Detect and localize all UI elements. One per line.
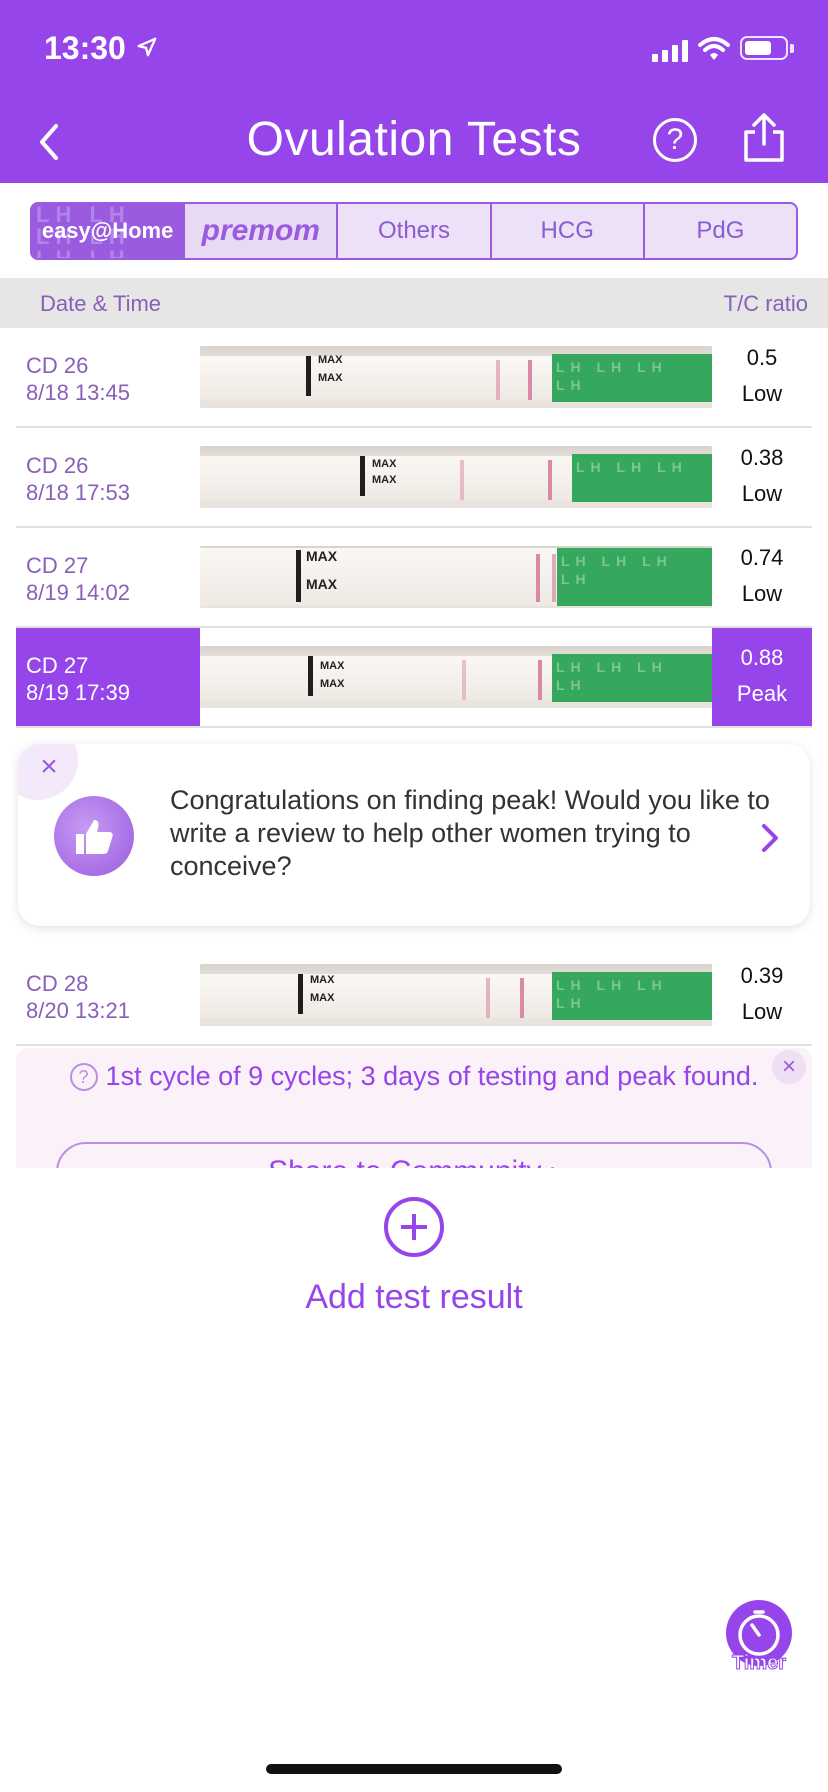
strip-max-label: MAX: [310, 992, 335, 1004]
test-datetime: 8/19 14:02: [26, 580, 130, 605]
tab-label: Others: [377, 217, 451, 244]
test-strip-image[interactable]: MAX MAX LH LH LH LH: [200, 646, 712, 708]
ratio-level: Low: [741, 481, 783, 506]
close-icon[interactable]: ×: [772, 1050, 806, 1084]
review-prompt-text: Congratulations on finding peak! Would y…: [170, 785, 770, 881]
strip-max-label: MAX: [320, 660, 345, 672]
tab-label: premom: [201, 214, 320, 247]
test-datetime: 8/18 17:53: [26, 480, 130, 505]
tab-label: PdG: [696, 217, 745, 244]
cycle-day: CD 26: [26, 353, 89, 378]
thumbs-up-icon: [54, 796, 134, 876]
question-icon: ?: [69, 1063, 98, 1091]
share-button[interactable]: [740, 112, 788, 164]
row-date: CD 27 8/19 17:39: [26, 652, 130, 706]
add-circle-icon[interactable]: [384, 1197, 444, 1257]
ratio-level: Low: [741, 581, 783, 606]
ratio-level: Low: [741, 999, 783, 1024]
row-date: CD 26 8/18 13:45: [26, 352, 130, 406]
strip-handle: LH LH LH LH: [557, 548, 712, 606]
test-row[interactable]: CD 28 8/20 13:21 MAX MAX LH LH LH LH 0.3…: [16, 946, 812, 1046]
strip-max-label: MAX: [306, 576, 338, 592]
row-date: CD 28 8/20 13:21: [26, 970, 130, 1024]
ratio-value: 0.74: [740, 545, 784, 570]
test-datetime: 8/20 13:21: [26, 998, 130, 1023]
ratio-level: Peak: [736, 681, 788, 706]
cycle-day: CD 28: [26, 971, 89, 996]
chevron-right-icon[interactable]: [758, 822, 782, 854]
tc-ratio: 0.88 Peak: [712, 628, 812, 726]
column-header: Date & Time T/C ratio: [0, 278, 828, 328]
row-date: CD 27 8/19 14:02: [26, 552, 130, 606]
tab-label: HCG: [540, 217, 594, 244]
status-time: 13:30: [44, 30, 126, 66]
ratio-value: 0.38: [740, 445, 784, 470]
timer-label: Timer: [731, 1652, 787, 1675]
home-indicator[interactable]: [266, 1764, 562, 1774]
location-arrow-icon: [137, 37, 157, 57]
brand-tabs: LH LH LH LH LH LH easy@Home premom Other…: [30, 202, 798, 260]
summary-text-block: ? 1st cycle of 9 cycles; 3 days of testin…: [16, 1060, 812, 1093]
page-title: Ovulation Tests: [246, 113, 582, 166]
ratio-value: 0.5: [746, 345, 778, 370]
test-strip-image[interactable]: MAX MAX LH LH LH LH: [200, 346, 712, 408]
battery-icon: [740, 36, 788, 60]
battery-tip: [790, 44, 794, 53]
share-to-community-button[interactable]: Share to Community ›: [56, 1142, 772, 1168]
ratio-value: 0.39: [740, 963, 784, 988]
nav-header: 13:30 Ovulation Tests ?: [0, 0, 828, 183]
tab-easy-at-home[interactable]: LH LH LH LH LH LH easy@Home: [32, 204, 186, 258]
strip-max-label: MAX: [318, 372, 343, 384]
help-button[interactable]: ?: [653, 118, 697, 162]
strip-max-label: MAX: [306, 548, 338, 564]
tab-premom[interactable]: premom: [185, 204, 339, 258]
cycle-day: CD 26: [26, 453, 89, 478]
test-datetime: 8/19 17:39: [26, 680, 130, 705]
ratio-value: 0.88: [740, 645, 784, 670]
test-strip-image[interactable]: MAX MAX LH LH LH LH: [200, 964, 712, 1026]
column-date-time: Date & Time: [40, 291, 162, 316]
wifi-icon: [698, 37, 730, 60]
strip-max-label: MAX: [318, 354, 343, 366]
cycle-day: CD 27: [26, 553, 89, 578]
test-datetime: 8/18 13:45: [26, 380, 130, 405]
ratio-level: Low: [741, 381, 783, 406]
strip-handle: LH LH LH LH: [552, 972, 712, 1020]
cycle-day: CD 27: [26, 653, 89, 678]
test-row-selected[interactable]: CD 27 8/19 17:39 MAX MAX LH LH LH LH 0.8…: [16, 628, 812, 728]
tab-others[interactable]: Others: [338, 204, 492, 258]
add-test-result-button[interactable]: Add test result: [0, 1278, 828, 1317]
close-icon[interactable]: ×: [34, 752, 64, 782]
cycle-summary-banner: ? 1st cycle of 9 cycles; 3 days of testin…: [16, 1048, 812, 1168]
review-popup[interactable]: × Congratulations on finding peak! Would…: [18, 744, 810, 926]
tab-label: easy@Home: [41, 218, 174, 243]
test-row[interactable]: CD 26 8/18 17:53 MAX MAX LH LH LH 0.38 L…: [16, 428, 812, 528]
strip-max-label: MAX: [320, 678, 345, 690]
tc-ratio: 0.74 Low: [712, 528, 812, 628]
summary-text: 1st cycle of 9 cycles; 3 days of testing…: [105, 1061, 759, 1091]
strip-handle: LH LH LH: [572, 454, 712, 502]
tc-ratio: 0.38 Low: [712, 428, 812, 528]
tab-hcg[interactable]: HCG: [492, 204, 645, 258]
test-row[interactable]: CD 26 8/18 13:45 MAX MAX LH LH LH LH 0.5…: [16, 328, 812, 428]
cellular-signal-icon: [652, 38, 688, 62]
test-strip-image[interactable]: MAX MAX LH LH LH: [200, 446, 712, 508]
test-row[interactable]: CD 27 8/19 14:02 MAX MAX LH LH LH LH 0.7…: [16, 528, 812, 628]
row-date: CD 26 8/18 17:53: [26, 452, 130, 506]
column-tc-ratio: T/C ratio: [723, 291, 808, 316]
strip-handle: LH LH LH LH: [552, 654, 712, 702]
tab-pdg[interactable]: PdG: [645, 204, 796, 258]
tc-ratio: 0.39 Low: [712, 946, 812, 1046]
strip-max-label: MAX: [372, 458, 397, 470]
tc-ratio: 0.5 Low: [712, 328, 812, 428]
strip-max-label: MAX: [372, 474, 397, 486]
test-strip-image[interactable]: MAX MAX LH LH LH LH: [200, 546, 712, 608]
strip-max-label: MAX: [310, 974, 335, 986]
strip-handle: LH LH LH LH: [552, 354, 712, 402]
